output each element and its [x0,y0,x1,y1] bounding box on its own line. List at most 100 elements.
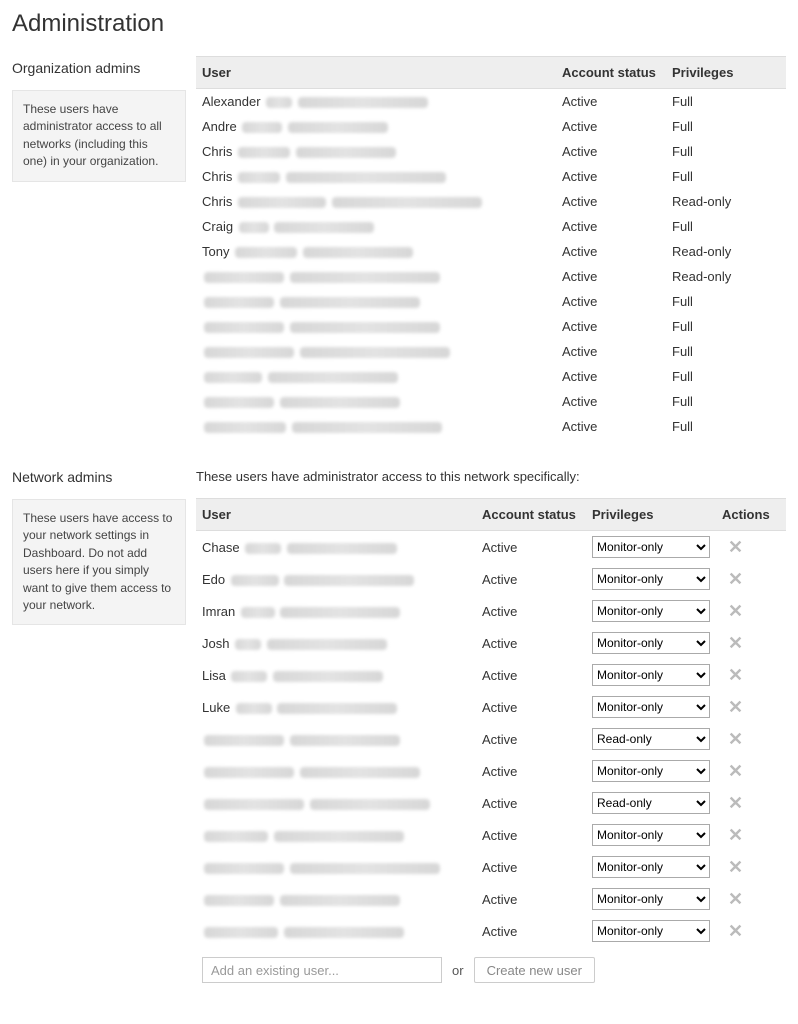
delete-icon[interactable]: ✕ [722,569,743,589]
delete-icon[interactable]: ✕ [722,665,743,685]
table-row: Tony ActiveRead-only [196,239,786,264]
redacted-text [284,927,404,938]
privileges-select[interactable]: FullRead-onlyMonitor-only [592,536,710,558]
redacted-text [273,671,383,682]
redacted-text [242,122,282,133]
delete-icon[interactable]: ✕ [722,761,743,781]
delete-icon[interactable]: ✕ [722,921,743,941]
delete-icon[interactable]: ✕ [722,729,743,749]
redacted-text [280,607,400,618]
table-row: ActiveFull [196,314,786,339]
user-cell [196,755,476,787]
privileges-select[interactable]: FullRead-onlyMonitor-only [592,728,710,750]
page-title: Administration [12,10,786,38]
redacted-text [274,831,404,842]
delete-icon[interactable]: ✕ [722,697,743,717]
redacted-text [277,703,397,714]
redacted-text [238,147,290,158]
redacted-text [300,347,450,358]
redacted-text [310,799,430,810]
delete-icon[interactable]: ✕ [722,825,743,845]
privileges-select[interactable]: FullRead-onlyMonitor-only [592,760,710,782]
delete-icon[interactable]: ✕ [722,857,743,877]
redacted-text [204,322,284,333]
col-status: Account status [476,499,586,531]
actions-cell: ✕ [716,883,786,915]
table-row: ActiveFull [196,364,786,389]
add-user-row: orCreate new user [196,947,786,988]
delete-icon[interactable]: ✕ [722,793,743,813]
redacted-text [204,799,304,810]
redacted-text [288,122,388,133]
redacted-text [204,927,278,938]
user-cell [196,851,476,883]
privileges-select[interactable]: FullRead-onlyMonitor-only [592,696,710,718]
status-cell: Active [556,314,666,339]
net-admins-help: These users have access to your network … [12,499,186,625]
table-row: ActiveFullRead-onlyMonitor-only✕ [196,755,786,787]
privileges-select[interactable]: FullRead-onlyMonitor-only [592,920,710,942]
user-cell: Edo [196,563,476,595]
privileges-select[interactable]: FullRead-onlyMonitor-only [592,856,710,878]
user-name: Chase [202,540,240,555]
status-cell: Active [556,164,666,189]
priv-cell: FullRead-onlyMonitor-only [586,659,716,691]
redacted-text [280,895,400,906]
redacted-text [204,895,274,906]
delete-icon[interactable]: ✕ [722,633,743,653]
priv-cell: Full [666,389,786,414]
user-name: Lisa [202,668,226,683]
table-row: Alexander ActiveFull [196,89,786,115]
redacted-text [236,703,272,714]
delete-icon[interactable]: ✕ [722,537,743,557]
redacted-text [235,639,261,650]
privileges-select[interactable]: FullRead-onlyMonitor-only [592,664,710,686]
status-cell: Active [556,389,666,414]
org-admins-table: User Account status Privileges Alexander… [196,56,786,439]
priv-cell: FullRead-onlyMonitor-only [586,627,716,659]
add-existing-user-input[interactable] [202,957,442,983]
table-row: Craig ActiveFull [196,214,786,239]
network-admins-section: Network admins These users have access t… [12,465,786,988]
user-cell: Chris [196,189,556,214]
user-cell [196,314,556,339]
table-row: Josh ActiveFullRead-onlyMonitor-only✕ [196,627,786,659]
privileges-select[interactable]: FullRead-onlyMonitor-only [592,600,710,622]
user-name: Edo [202,572,225,587]
user-cell: Tony [196,239,556,264]
privileges-select[interactable]: FullRead-onlyMonitor-only [592,632,710,654]
table-row: Chase ActiveFullRead-onlyMonitor-only✕ [196,531,786,564]
status-cell: Active [556,139,666,164]
table-row: ActiveFullRead-onlyMonitor-only✕ [196,723,786,755]
privileges-select[interactable]: FullRead-onlyMonitor-only [592,888,710,910]
status-cell: Active [556,264,666,289]
actions-cell: ✕ [716,563,786,595]
user-cell [196,264,556,289]
user-name: Luke [202,700,230,715]
status-cell: Active [556,414,666,439]
delete-icon[interactable]: ✕ [722,889,743,909]
redacted-text [238,172,280,183]
user-cell [196,389,556,414]
privileges-select[interactable]: FullRead-onlyMonitor-only [592,568,710,590]
redacted-text [290,735,400,746]
user-cell: Josh [196,627,476,659]
privileges-select[interactable]: FullRead-onlyMonitor-only [592,792,710,814]
redacted-text [303,247,413,258]
redacted-text [300,767,420,778]
privileges-select[interactable]: FullRead-onlyMonitor-only [592,824,710,846]
redacted-text [231,671,267,682]
redacted-text [266,97,292,108]
status-cell: Active [556,364,666,389]
table-row: ActiveFullRead-onlyMonitor-only✕ [196,851,786,883]
redacted-text [241,607,275,618]
redacted-text [280,297,420,308]
user-name: Tony [202,244,229,259]
net-admins-table: User Account status Privileges Actions C… [196,498,786,988]
user-name: Imran [202,604,235,619]
create-new-user-button[interactable]: Create new user [474,957,595,983]
status-cell: Active [476,659,586,691]
delete-icon[interactable]: ✕ [722,601,743,621]
table-row: Chris ActiveFull [196,164,786,189]
redacted-text [238,197,326,208]
